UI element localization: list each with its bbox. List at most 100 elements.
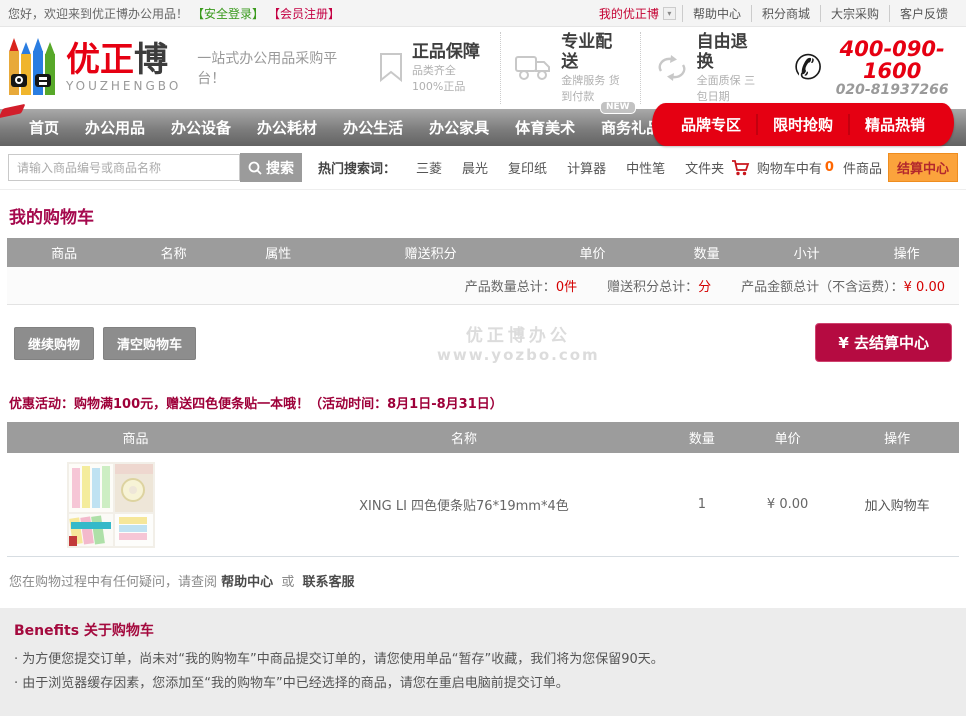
cart-actions-row: 继续购物 清空购物车 优正博办公 www.yozbo.com ¥ 去结算中心 [7, 319, 959, 377]
col-qty: 数量 [664, 428, 740, 447]
ribbon-icon [378, 52, 404, 84]
nav-furniture[interactable]: 办公家具 [416, 117, 502, 138]
continue-shopping-button[interactable]: 继续购物 [14, 327, 94, 360]
summary-amount-value: ¥ 0.00 [904, 280, 945, 295]
col-name: 名称 [121, 243, 226, 262]
page-title: 我的购物车 [9, 203, 959, 228]
col-action: 操作 [854, 243, 959, 262]
cart-icon [731, 160, 751, 176]
hot-search-label: 热门搜索词： [318, 158, 396, 177]
hot-keyword[interactable]: 计算器 [567, 158, 606, 177]
nav-consumables[interactable]: 办公耗材 [244, 117, 330, 138]
summary-points-label: 赠送积分总计： [607, 280, 698, 295]
help-line: 您在购物过程中有任何疑问，请查阅 帮助中心 或 联系客服 [9, 571, 959, 590]
nav-supplies[interactable]: 办公用品 [72, 117, 158, 138]
add-to-cart-link[interactable]: 加入购物车 [835, 495, 959, 514]
col-attr: 属性 [226, 243, 331, 262]
main-content: 我的购物车 商品 名称 属性 赠送积分 单价 数量 小计 操作 产品数量总计：0… [0, 203, 966, 590]
truck-icon [515, 53, 553, 83]
nav-equipment[interactable]: 办公设备 [158, 117, 244, 138]
col-price: 单价 [531, 243, 655, 262]
col-subtotal: 小计 [759, 243, 854, 262]
col-price: 单价 [740, 428, 835, 447]
chevron-down-icon[interactable]: ▾ [663, 7, 676, 20]
phone-icon: ✆ [794, 51, 823, 85]
search-button[interactable]: 搜索 [240, 153, 302, 182]
exchange-icon [655, 53, 689, 83]
hot-keyword[interactable]: 中性笔 [626, 158, 665, 177]
help-text: 您在购物过程中有任何疑问，请查阅 [9, 575, 217, 590]
service-badges: 正品保障 品类齐全 100%正品 专业配送 金牌服务 货到付款 自由退换 全面质… [364, 32, 776, 104]
go-checkout-button[interactable]: ¥ 去结算中心 [815, 323, 952, 362]
cart-count: 0 [825, 160, 834, 175]
col-product: 商品 [7, 243, 121, 262]
topbar-link-feedback[interactable]: 客户反馈 [889, 5, 958, 22]
logo-title: 优正博 [66, 43, 181, 77]
hot-keyword[interactable]: 三菱 [416, 158, 442, 177]
nav-brand-zone[interactable]: 品牌专区 [666, 114, 756, 135]
hotline-number-2: 020-81937266 [826, 82, 958, 98]
summary-qty-label: 产品数量总计： [465, 280, 556, 295]
summary-amount-label: 产品金额总计（不含运费）： [741, 280, 904, 295]
new-badge: NEW [600, 101, 636, 114]
gift-product-price: ¥ 0.00 [740, 497, 835, 512]
nav-life[interactable]: 办公生活 [330, 117, 416, 138]
gift-product-name[interactable]: XING LI 四色便条贴76*19mm*4色 [264, 495, 664, 514]
topbar-link-help[interactable]: 帮助中心 [682, 5, 751, 22]
login-link[interactable]: 【安全登录】 [192, 5, 264, 22]
topbar: 您好，欢迎来到优正博办公用品！ 【安全登录】 【会员注册】 我的优正博 ▾ 帮助… [0, 0, 966, 27]
col-points: 赠送积分 [331, 243, 531, 262]
nav-hot-items[interactable]: 精品热销 [848, 114, 940, 135]
logo-pencils-icon [8, 36, 58, 100]
hot-keyword[interactable]: 文件夹 [685, 158, 724, 177]
watermark: 优正博办公 www.yozbo.com [437, 321, 600, 364]
hotline: ✆ 400-090-1600 020-81937266 [794, 38, 958, 98]
gift-table-header: 商品 名称 数量 单价 操作 [7, 422, 959, 453]
summary-points-value: 分 [698, 280, 711, 295]
search-input[interactable] [8, 154, 240, 181]
cart-summary-row: 产品数量总计：0件 赠送积分总计：分 产品金额总计（不含运费）：¥ 0.00 [7, 267, 959, 305]
welcome-text: 您好，欢迎来到优正博办公用品！ [8, 5, 188, 22]
col-name: 名称 [264, 428, 664, 447]
gift-product-qty: 1 [664, 497, 740, 512]
nav-flash-sale[interactable]: 限时抢购 [756, 114, 848, 135]
table-row: XING LI 四色便条贴76*19mm*4色 1 ¥ 0.00 加入购物车 [7, 453, 959, 557]
contact-service-link[interactable]: 联系客服 [302, 575, 354, 590]
clear-cart-button[interactable]: 清空购物车 [103, 327, 196, 360]
hot-keyword[interactable]: 晨光 [462, 158, 488, 177]
cart-count-suffix: 件商品 [843, 158, 882, 177]
topbar-link-bulk[interactable]: 大宗采购 [820, 5, 889, 22]
cart-count-prefix: 购物车中有 [757, 158, 822, 177]
hotline-number: 400-090-1600 [826, 38, 958, 82]
benefit-item: · 为方便您提交订单，尚未对“我的购物车”中商品提交订单的，请您使用单品“暂存”… [14, 648, 952, 672]
site-header: 优正博 YOUZHENGBO 一站式办公用品采购平台！ 正品保障 品类齐全 10… [0, 27, 966, 109]
nav-home[interactable]: 首页 [16, 117, 72, 138]
checkout-center-button[interactable]: 结算中心 [888, 153, 958, 182]
product-image[interactable] [67, 462, 264, 548]
col-action: 操作 [835, 428, 959, 447]
col-qty: 数量 [654, 243, 759, 262]
hot-keyword[interactable]: 复印纸 [508, 158, 547, 177]
logo[interactable]: 优正博 YOUZHENGBO [8, 36, 181, 100]
main-nav: 首页 办公用品 办公设备 办公耗材 办公生活 办公家具 体育美术 商务礼品 NE… [0, 109, 966, 146]
search-bar: 搜索 热门搜索词： 三菱 晨光 复印纸 计算器 中性笔 文件夹 购物车中有 0 … [0, 146, 966, 190]
badge-authentic: 正品保障 品类齐全 100%正品 [364, 42, 500, 94]
mini-cart: 购物车中有 0 件商品 结算中心 [731, 153, 958, 182]
promo-banner-text: 优惠活动：购物满100元，赠送四色便条贴一本哦！（活动时间：8月1日-8月31日… [9, 393, 959, 412]
badge-delivery: 专业配送 金牌服务 货到付款 [500, 32, 639, 104]
my-account-link[interactable]: 我的优正博 [599, 5, 659, 22]
nav-sports[interactable]: 体育美术 [502, 117, 588, 138]
benefits-title: Benefits 关于购物车 [14, 620, 952, 640]
summary-qty-value: 0件 [556, 280, 577, 295]
promo-ribbon: 品牌专区 限时抢购 精品热销 [652, 103, 954, 146]
topbar-link-points[interactable]: 积分商城 [751, 5, 820, 22]
search-icon [248, 161, 262, 175]
col-product: 商品 [7, 428, 264, 447]
benefits-section: Benefits 关于购物车 · 为方便您提交订单，尚未对“我的购物车”中商品提… [0, 608, 966, 716]
logo-subtitle: YOUZHENGBO [66, 79, 181, 93]
tagline: 一站式办公用品采购平台！ [197, 48, 338, 88]
register-link[interactable]: 【会员注册】 [268, 5, 340, 22]
benefit-item: · 由于浏览器缓存因素，您添加至“我的购物车”中已经选择的商品，请您在重启电脑前… [14, 672, 952, 696]
help-center-link[interactable]: 帮助中心 [221, 575, 273, 590]
cart-table-header: 商品 名称 属性 赠送积分 单价 数量 小计 操作 [7, 238, 959, 267]
